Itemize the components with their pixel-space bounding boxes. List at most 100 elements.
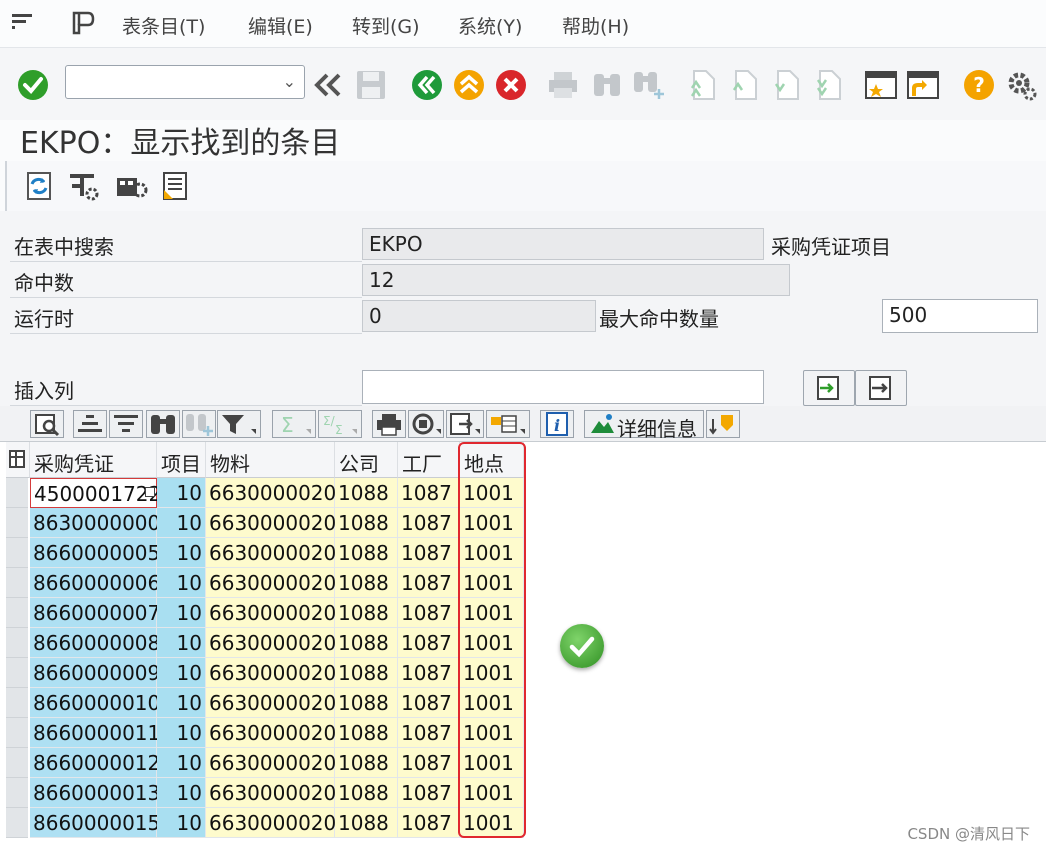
find-button[interactable]: [146, 410, 180, 438]
filter-button[interactable]: [217, 410, 261, 438]
print-preview-button[interactable]: [372, 410, 406, 438]
cell-item[interactable]: 10: [157, 508, 206, 538]
cell-material[interactable]: 6630000020: [206, 628, 336, 658]
sort-ascending-button[interactable]: [73, 410, 107, 438]
row-selector[interactable]: [6, 718, 28, 748]
cell-company[interactable]: 1088: [335, 688, 398, 718]
cell-item[interactable]: 10: [157, 568, 206, 598]
cell-item[interactable]: 10: [157, 598, 206, 628]
menu-system[interactable]: 系统(Y): [458, 12, 522, 39]
insert-column-button[interactable]: [803, 370, 855, 406]
cell-po[interactable]: 8660000009: [30, 658, 160, 688]
cell-company[interactable]: 1088: [335, 808, 398, 838]
menu-icon[interactable]: [10, 10, 36, 38]
details-view-button[interactable]: [30, 410, 64, 438]
exit-icon[interactable]: [452, 68, 486, 106]
cell-company[interactable]: 1088: [335, 598, 398, 628]
cell-item[interactable]: 10: [157, 478, 206, 508]
cell-plant[interactable]: 1087: [398, 778, 460, 808]
cell-po[interactable]: 8660000008: [30, 628, 160, 658]
help-icon[interactable]: ?: [962, 68, 996, 106]
insert-column-input[interactable]: [362, 370, 764, 404]
generate-shortcut-icon[interactable]: [906, 68, 940, 106]
cell-plant[interactable]: 1087: [398, 628, 460, 658]
cell-plant[interactable]: 1087: [398, 568, 460, 598]
cell-company[interactable]: 1088: [335, 718, 398, 748]
back-icon[interactable]: [410, 68, 444, 106]
row-selector[interactable]: [6, 478, 28, 508]
cell-plant[interactable]: 1087: [398, 538, 460, 568]
column-header-company[interactable]: 公司: [335, 442, 398, 478]
row-selector[interactable]: [6, 748, 28, 778]
row-selector[interactable]: [6, 508, 28, 538]
row-selector[interactable]: [6, 808, 28, 838]
cell-plant[interactable]: 1087: [398, 688, 460, 718]
layout-button[interactable]: [486, 410, 530, 438]
chevron-down-icon[interactable]: ⌄: [283, 72, 296, 91]
cancel-icon[interactable]: [494, 68, 528, 106]
cell-material[interactable]: 6630000020: [206, 808, 336, 838]
column-header-material[interactable]: 物料: [206, 442, 335, 478]
row-selector[interactable]: [6, 598, 28, 628]
cell-material[interactable]: 6630000020: [206, 778, 336, 808]
row-selector[interactable]: [6, 688, 28, 718]
enter-check-icon[interactable]: [16, 68, 50, 106]
info-button[interactable]: i: [540, 410, 574, 438]
cell-material[interactable]: 6630000020: [206, 478, 336, 508]
column-header-item[interactable]: 项目: [157, 442, 206, 478]
cell-item[interactable]: 10: [157, 718, 206, 748]
cell-item[interactable]: 10: [157, 778, 206, 808]
refresh-icon[interactable]: [22, 170, 54, 206]
cell-po[interactable]: 8660000015: [30, 808, 160, 838]
cell-po[interactable]: 8660000013: [30, 778, 160, 808]
detail-info-button[interactable]: 详细信息: [584, 410, 704, 441]
cell-plant[interactable]: 1087: [398, 748, 460, 778]
cell-item[interactable]: 10: [157, 658, 206, 688]
settings-gear-icon[interactable]: [1004, 68, 1038, 106]
cell-item[interactable]: 10: [157, 628, 206, 658]
cell-company[interactable]: 1088: [335, 628, 398, 658]
collapse-command-icon[interactable]: [313, 72, 343, 102]
cell-company[interactable]: 1088: [335, 568, 398, 598]
cell-material[interactable]: 6630000020: [206, 688, 336, 718]
cell-po[interactable]: 4500001722: [30, 478, 161, 508]
cell-company[interactable]: 1088: [335, 748, 398, 778]
cell-item[interactable]: 10: [157, 538, 206, 568]
cell-material[interactable]: 6630000020: [206, 748, 336, 778]
sort-descending-button[interactable]: [109, 410, 143, 438]
menu-table-entry[interactable]: 表条目(T): [122, 12, 205, 39]
row-selector[interactable]: [6, 658, 28, 688]
cell-po[interactable]: 8660000006: [30, 568, 160, 598]
cell-material[interactable]: 6630000020: [206, 508, 336, 538]
table-contents-icon[interactable]: [114, 170, 148, 206]
menu-goto[interactable]: 转到(G): [352, 12, 420, 39]
cell-plant[interactable]: 1087: [398, 598, 460, 628]
cell-plant[interactable]: 1087: [398, 718, 460, 748]
cell-po[interactable]: 8660000007: [30, 598, 160, 628]
row-selector[interactable]: [6, 778, 28, 808]
cell-material[interactable]: 6630000020: [206, 598, 336, 628]
append-column-button[interactable]: [855, 370, 907, 406]
cell-company[interactable]: 1088: [335, 778, 398, 808]
menu-edit[interactable]: 编辑(E): [248, 12, 313, 39]
cell-company[interactable]: 1088: [335, 508, 398, 538]
cell-po[interactable]: 8660000010: [30, 688, 160, 718]
row-selector[interactable]: [6, 628, 28, 658]
cell-plant[interactable]: 1087: [398, 808, 460, 838]
cell-material[interactable]: 6630000020: [206, 718, 336, 748]
cell-plant[interactable]: 1087: [398, 478, 460, 508]
export-button[interactable]: [446, 410, 484, 438]
hotspot-link-icon[interactable]: [145, 487, 155, 497]
cell-material[interactable]: 6630000020: [206, 538, 336, 568]
cell-material[interactable]: 6630000020: [206, 658, 336, 688]
cell-item[interactable]: 10: [157, 748, 206, 778]
command-field[interactable]: ⌄: [65, 65, 305, 99]
views-button[interactable]: [408, 410, 444, 438]
cell-company[interactable]: 1088: [335, 658, 398, 688]
cell-po[interactable]: 8660000012: [30, 748, 160, 778]
cell-company[interactable]: 1088: [335, 538, 398, 568]
sort-extra-button[interactable]: [706, 410, 740, 438]
max-hits-input[interactable]: 500: [882, 299, 1038, 333]
cell-item[interactable]: 10: [157, 808, 206, 838]
cell-company[interactable]: 1088: [335, 478, 398, 508]
